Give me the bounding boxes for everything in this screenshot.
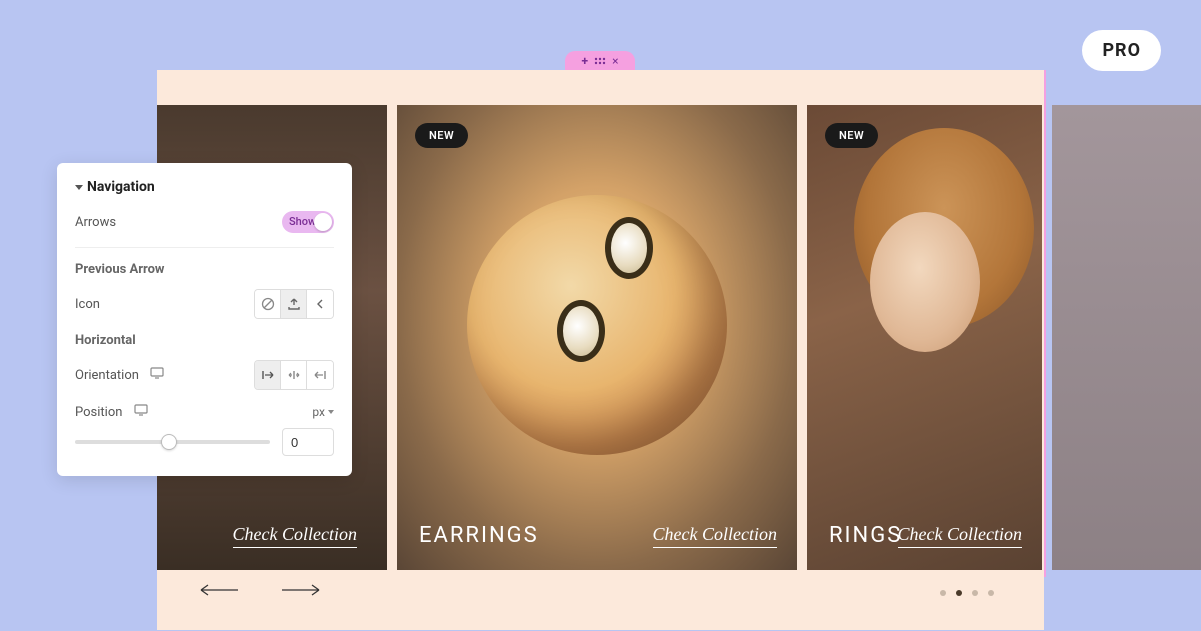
- element-edit-tab[interactable]: + ×: [565, 51, 635, 71]
- slider-thumb[interactable]: [161, 434, 177, 450]
- align-center[interactable]: [281, 361, 307, 389]
- product-image: [870, 212, 980, 352]
- horizontal-heading: Horizontal: [75, 333, 334, 348]
- grip-icon[interactable]: [594, 57, 606, 65]
- product-image: [605, 217, 653, 279]
- toggle-knob: [314, 213, 332, 231]
- arrows-label: Arrows: [75, 215, 116, 230]
- desktop-icon[interactable]: [150, 367, 164, 379]
- new-badge: NEW: [825, 123, 878, 148]
- carousel-dots: [940, 590, 994, 596]
- carousel-card[interactable]: NEW EARRINGS Check Collection: [397, 105, 797, 570]
- arrows-toggle[interactable]: Show: [282, 211, 334, 233]
- unit-selector[interactable]: px: [312, 405, 334, 419]
- align-start[interactable]: [255, 361, 281, 389]
- orientation-row: Orientation: [75, 360, 334, 390]
- plus-icon[interactable]: +: [582, 54, 589, 68]
- none-icon: [261, 297, 275, 311]
- card-title: RINGS: [829, 523, 902, 548]
- carousel-dot[interactable]: [940, 590, 946, 596]
- icon-option-library[interactable]: [307, 290, 333, 318]
- new-badge: NEW: [415, 123, 468, 148]
- chevron-down-icon: [328, 410, 334, 414]
- icon-option-upload[interactable]: [281, 290, 307, 318]
- position-label: Position: [75, 404, 148, 420]
- carousel-dot[interactable]: [988, 590, 994, 596]
- upload-icon: [287, 297, 301, 311]
- previous-arrow-heading: Previous Arrow: [75, 262, 334, 277]
- chevron-down-icon: [75, 185, 83, 190]
- carousel-nav-arrows: [200, 580, 320, 600]
- orientation-segmented: [254, 360, 334, 390]
- align-start-icon: [261, 369, 275, 381]
- settings-panel: Navigation Arrows Show Previous Arrow Ic…: [57, 163, 352, 476]
- card-link[interactable]: Check Collection: [898, 524, 1022, 548]
- position-slider-row: [75, 428, 334, 456]
- card-link[interactable]: Check Collection: [233, 524, 357, 548]
- panel-header-navigation[interactable]: Navigation: [75, 179, 334, 195]
- carousel-card[interactable]: [1052, 105, 1201, 570]
- orientation-label: Orientation: [75, 367, 164, 383]
- pro-badge: PRO: [1082, 30, 1161, 71]
- chevron-left-icon: [316, 299, 324, 309]
- arrows-row: Arrows Show: [75, 211, 334, 233]
- desktop-icon[interactable]: [134, 404, 148, 416]
- position-slider[interactable]: [75, 440, 270, 444]
- prev-arrow[interactable]: [200, 580, 240, 600]
- carousel-dot[interactable]: [956, 590, 962, 596]
- divider: [75, 247, 334, 248]
- icon-option-none[interactable]: [255, 290, 281, 318]
- card-title: EARRINGS: [419, 523, 539, 548]
- align-end-icon: [313, 369, 327, 381]
- card-link[interactable]: Check Collection: [653, 524, 777, 548]
- align-center-icon: [287, 369, 301, 381]
- product-image: [557, 300, 605, 362]
- icon-segmented: [254, 289, 334, 319]
- carousel-card[interactable]: NEW RINGS Check Collection: [807, 105, 1042, 570]
- position-row: Position px: [75, 404, 334, 420]
- carousel-dot[interactable]: [972, 590, 978, 596]
- icon-row: Icon: [75, 289, 334, 319]
- position-input[interactable]: [282, 428, 334, 456]
- icon-label: Icon: [75, 297, 100, 312]
- panel-title: Navigation: [87, 179, 155, 195]
- close-icon[interactable]: ×: [612, 54, 618, 68]
- next-arrow[interactable]: [280, 580, 320, 600]
- align-end[interactable]: [307, 361, 333, 389]
- toggle-label: Show: [289, 215, 316, 228]
